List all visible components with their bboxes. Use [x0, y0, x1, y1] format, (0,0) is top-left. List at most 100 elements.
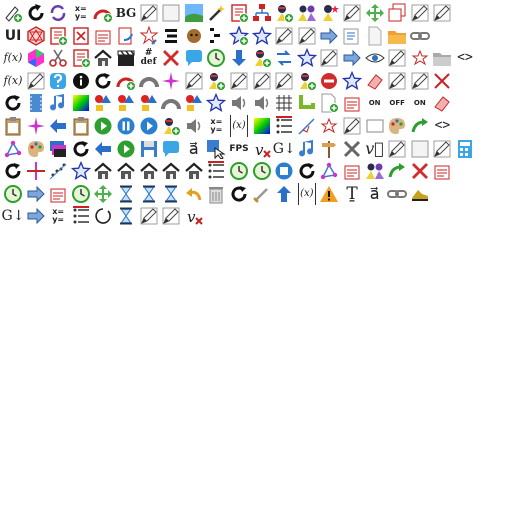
blank-square-icon: [160, 2, 182, 24]
document-red-icon: [70, 47, 92, 69]
film-clapper-icon: [115, 47, 137, 69]
sparkle-icon: [160, 70, 182, 92]
pencil-icon: [341, 2, 363, 24]
arc-add-icon: [115, 70, 137, 92]
caution-bars-icon: [160, 25, 182, 47]
character-add-icon: [251, 47, 273, 69]
home-icon: [92, 47, 114, 69]
equation-xy-icon: x= y=: [74, 4, 87, 21]
list-bullets-icon: [205, 160, 227, 182]
pencil-icon: [273, 70, 295, 92]
function-fx-icon: f(x): [3, 51, 23, 65]
arc-add-icon: [92, 2, 114, 24]
close-red-icon: [160, 47, 182, 69]
chain-link-icon: [386, 183, 408, 205]
help-question-icon: [47, 70, 69, 92]
eye-icon: [364, 47, 386, 69]
text-tool-icon: Ṯ: [346, 183, 358, 204]
refresh-arrows-icon: [228, 183, 250, 205]
clock-icon: [2, 183, 24, 205]
clock-icon: [228, 160, 250, 182]
arrow-left-icon: [92, 138, 114, 160]
pause-blue-icon: [115, 115, 137, 137]
move-cross-icon: [364, 2, 386, 24]
shapes-icon: [183, 92, 205, 114]
character-pair-icon: [296, 2, 318, 24]
info-icon: [70, 70, 92, 92]
refresh-arrows-icon: [92, 70, 114, 92]
star-outline-icon: [70, 160, 92, 182]
calculator-icon: [454, 138, 476, 160]
star-add-icon: [228, 25, 250, 47]
refresh-arrows-icon: [296, 160, 318, 182]
star-outline-icon: [205, 92, 227, 114]
equation-xy-icon: x= y=: [210, 117, 223, 134]
stop-blue-icon: [273, 160, 295, 182]
arrow-down-icon: [228, 47, 250, 69]
node-graph-icon: [2, 138, 24, 160]
a-vector-text-icon: a⃗: [188, 138, 199, 158]
chart-scatter-icon: [47, 160, 69, 182]
clock-icon: [251, 160, 273, 182]
shapes-icon: [115, 92, 137, 114]
color-gradient-icon: [251, 115, 273, 137]
pencil-icon: [409, 2, 431, 24]
signpost-icon: [318, 138, 340, 160]
clock-icon: [70, 183, 92, 205]
code-brackets-icon: <>: [434, 118, 451, 133]
pencil-icon: [228, 70, 250, 92]
bg-text-icon: BG: [115, 6, 137, 20]
document-arrow-icon: [115, 25, 137, 47]
color-gradient-icon: [70, 92, 92, 114]
arrow-up-icon: [273, 183, 295, 205]
arc-gray-icon: [160, 92, 182, 114]
cycle-arrows-icon: [47, 2, 69, 24]
pencil-icon: [25, 70, 47, 92]
music-note-icon: [47, 92, 69, 114]
pencil-icon: [183, 70, 205, 92]
film-strip-icon: [25, 92, 47, 114]
pencil-icon: [431, 2, 453, 24]
tools-icon: [341, 138, 363, 160]
ex-document-icon: [47, 183, 69, 205]
character-add-icon: [296, 70, 318, 92]
pencil-icon: [296, 25, 318, 47]
shapes-icon: [92, 92, 114, 114]
shoes-icon: [409, 183, 431, 205]
hourglass-icon: [115, 205, 137, 227]
play-blue-icon: [138, 115, 160, 137]
hourglass-icon: [160, 183, 182, 205]
hourglass-icon: [138, 183, 160, 205]
star-outline-icon: [251, 25, 273, 47]
ex-document-icon: [341, 160, 363, 182]
close-red-icon: [409, 160, 431, 182]
clock-icon: [205, 47, 227, 69]
pencil-icon: [431, 138, 453, 160]
speech-bubble-icon: [160, 138, 182, 160]
play-green-icon: [115, 138, 137, 160]
switch-on-icon: ON: [368, 99, 381, 108]
vector-v-icon: v⃗: [365, 138, 384, 158]
arrow-right-icon: [25, 205, 47, 227]
ex-document-icon: [431, 160, 453, 182]
chain-link-icon: [409, 25, 431, 47]
fps-text-icon: FPS: [229, 143, 249, 154]
folder-open-icon: [386, 25, 408, 47]
character-star-icon: [318, 2, 340, 24]
arrow-right-icon: [318, 25, 340, 47]
dog-icon: [183, 25, 205, 47]
formula-x-icon: (x): [228, 115, 250, 137]
home-icon: [115, 160, 137, 182]
refresh-arrows-icon: [2, 160, 24, 182]
palette-icon: [25, 138, 47, 160]
refresh-arrows-icon: [70, 138, 92, 160]
grid-icon: [273, 92, 295, 114]
character-add-icon: [273, 2, 295, 24]
ex-document-icon: [92, 25, 114, 47]
list-bullets-icon: [70, 205, 92, 227]
function-fx-icon: f(x): [3, 73, 23, 87]
list-bullets-icon: [273, 115, 295, 137]
eraser-icon: [431, 92, 453, 114]
a-vector-text-icon: a⃗: [369, 183, 380, 203]
star-arrows-icon: [318, 115, 340, 137]
